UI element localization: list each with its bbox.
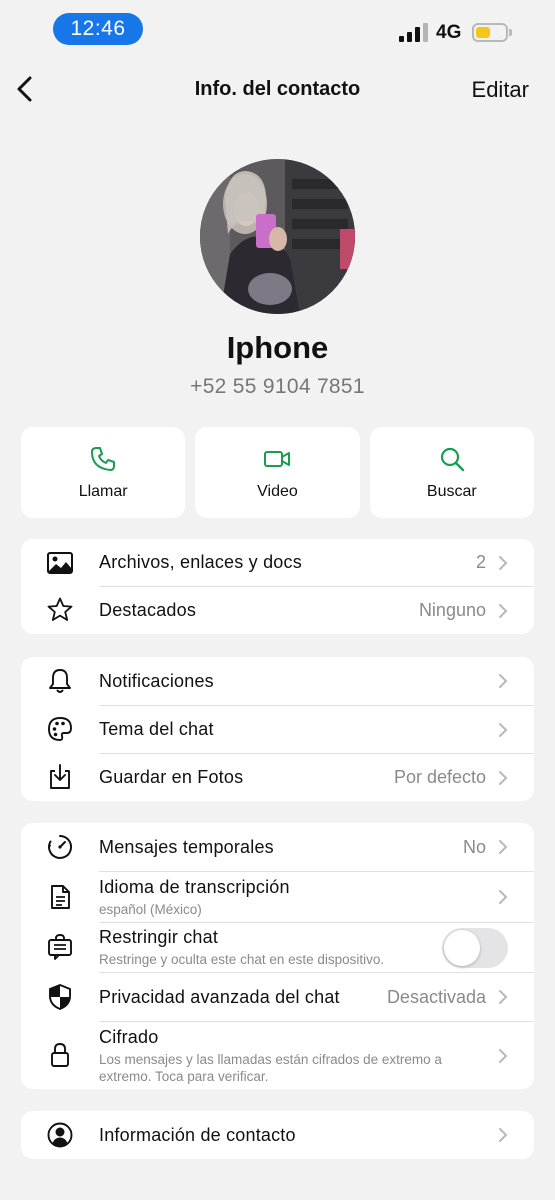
save-to-photos-value: Por defecto: [393, 767, 486, 787]
contact-info-label: Información de contacto: [99, 1124, 296, 1145]
disappearing-messages-label: Mensajes temporales: [99, 836, 274, 857]
call-button[interactable]: Llamar: [21, 427, 186, 518]
restrict-chat-toggle[interactable]: [442, 927, 508, 968]
document-icon: [51, 884, 70, 909]
contact-name: Iphone: [226, 330, 329, 365]
starred-value: Ninguno: [418, 600, 486, 620]
chevron-right-icon: [499, 990, 508, 1004]
chevron-right-icon: [499, 1048, 508, 1063]
palette-icon: [48, 717, 72, 741]
status-bar: 12:46 4G: [0, 0, 555, 60]
signal-icon: [399, 22, 428, 42]
shield-icon: [49, 983, 71, 1010]
media-links-docs-row[interactable]: Archivos, enlaces y docs 2: [21, 539, 534, 586]
save-download-icon: [50, 764, 70, 789]
avatar[interactable]: [200, 159, 355, 314]
contact-phone[interactable]: +52 55 9104 7851: [0, 375, 555, 399]
media-label: Archivos, enlaces y docs: [99, 552, 302, 572]
search-button[interactable]: Buscar: [369, 427, 534, 518]
media-count: 2: [475, 552, 486, 572]
advanced-privacy-label: Privacidad avanzada del chat: [99, 986, 340, 1007]
network-type: 4G: [436, 22, 462, 43]
chat-theme-label: Tema del chat: [99, 719, 214, 739]
video-label: Video: [257, 482, 298, 500]
restrict-chat-icon: [48, 934, 72, 960]
restrict-chat-label: Restringir chat: [99, 927, 219, 947]
save-to-photos-row[interactable]: Guardar en Fotos Por defecto: [21, 753, 534, 801]
bell-icon: [49, 669, 71, 693]
privacy-group: Mensajes temporales No Idioma de transcr…: [21, 823, 534, 1089]
star-icon: [47, 597, 73, 621]
starred-label: Destacados: [99, 600, 197, 620]
chevron-right-icon: [499, 840, 508, 854]
restrict-chat-row: Restringir chat Restringe y oculta este …: [21, 922, 534, 972]
call-label: Llamar: [78, 482, 128, 500]
settings-group: Notificaciones Tema del chat Guardar en …: [21, 657, 534, 801]
disappearing-messages-value: No: [462, 836, 486, 857]
contact-info-row[interactable]: Información de contacto: [21, 1111, 534, 1159]
battery-icon: [472, 23, 512, 42]
chevron-right-icon: [499, 674, 508, 688]
quick-actions: Llamar Video Buscar: [21, 427, 534, 518]
transcription-language-row[interactable]: Idioma de transcripción español (México): [21, 871, 534, 922]
chevron-right-icon: [499, 770, 508, 785]
transcription-language-sub: español (México): [99, 901, 202, 917]
person-circle-icon: [47, 1122, 73, 1148]
save-to-photos-label: Guardar en Fotos: [99, 767, 244, 787]
starred-row[interactable]: Destacados Ninguno: [21, 586, 534, 634]
image-icon: [47, 551, 73, 574]
timer-icon: [48, 835, 72, 859]
restrict-chat-sub: Restringe y oculta este chat en este dis…: [99, 952, 385, 967]
edit-button[interactable]: Editar: [472, 77, 529, 103]
chevron-right-icon: [499, 890, 508, 904]
encryption-label: Cifrado: [99, 1026, 159, 1047]
advanced-privacy-value: Desactivada: [386, 986, 486, 1007]
search-label: Buscar: [426, 482, 477, 500]
disappearing-messages-row[interactable]: Mensajes temporales No: [21, 823, 534, 871]
chat-theme-row[interactable]: Tema del chat: [21, 705, 534, 753]
chevron-right-icon: [499, 722, 508, 737]
encryption-row[interactable]: Cifrado Los mensajes y las llamadas está…: [21, 1021, 534, 1089]
notifications-label: Notificaciones: [99, 670, 214, 691]
transcription-language-label: Idioma de transcripción: [99, 876, 290, 897]
media-group: Archivos, enlaces y docs 2 Destacados Ni…: [21, 539, 534, 634]
advanced-privacy-row[interactable]: Privacidad avanzada del chat Desactivada: [21, 972, 534, 1021]
encryption-sub: Los mensajes y las llamadas están cifrad…: [99, 1051, 442, 1084]
lock-icon: [51, 1043, 69, 1067]
chevron-right-icon: [499, 603, 508, 618]
chevron-right-icon: [499, 1128, 508, 1142]
notifications-row[interactable]: Notificaciones: [21, 657, 534, 705]
video-button[interactable]: Video: [195, 427, 360, 518]
phone-icon: [91, 446, 116, 471]
chevron-right-icon: [499, 555, 508, 570]
contact-info-group: Información de contacto: [21, 1111, 534, 1159]
status-time[interactable]: 12:46: [53, 13, 143, 45]
search-icon: [440, 447, 465, 471]
video-icon: [264, 450, 291, 467]
nav-bar: Info. del contacto Editar: [0, 64, 555, 116]
